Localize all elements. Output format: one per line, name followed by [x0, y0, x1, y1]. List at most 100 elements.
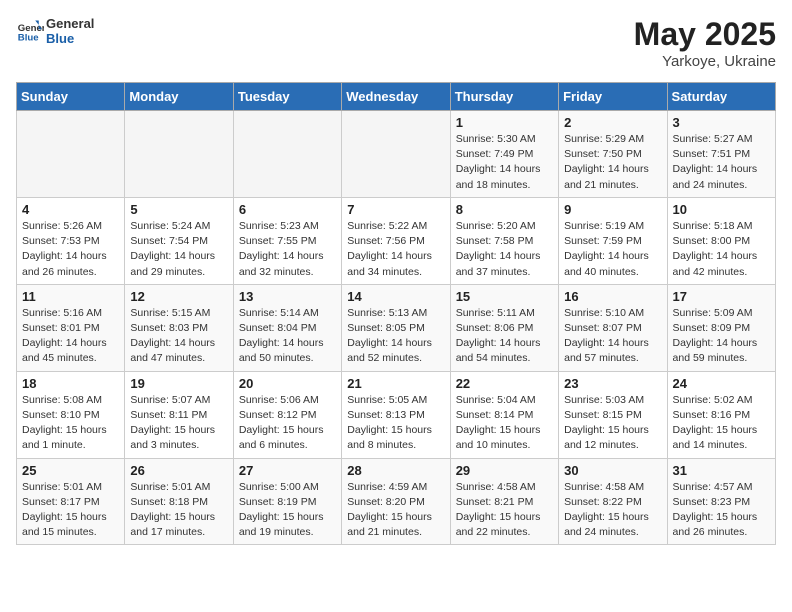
day-number: 3	[673, 115, 770, 130]
calendar-cell: 4Sunrise: 5:26 AMSunset: 7:53 PMDaylight…	[17, 197, 125, 284]
day-info: Sunrise: 5:16 AMSunset: 8:01 PMDaylight:…	[22, 307, 107, 365]
calendar-cell	[125, 111, 233, 198]
day-number: 17	[673, 289, 770, 304]
day-info: Sunrise: 5:22 AMSunset: 7:56 PMDaylight:…	[347, 220, 432, 278]
day-info: Sunrise: 5:14 AMSunset: 8:04 PMDaylight:…	[239, 307, 324, 365]
calendar-cell: 12 Sunrise: 5:15 AMSunset: 8:03 PMDayligh…	[125, 284, 233, 371]
day-number: 6	[239, 202, 336, 217]
day-info: Sunrise: 4:58 AMSunset: 8:22 PMDaylight:…	[564, 481, 649, 539]
day-info: Sunrise: 5:30 AMSunset: 7:49 PMDaylight:…	[456, 133, 541, 191]
day-number: 26	[130, 463, 227, 478]
calendar-cell: 29Sunrise: 4:58 AMSunset: 8:21 PMDayligh…	[450, 458, 558, 545]
calendar-cell	[342, 111, 450, 198]
day-header-wednesday: Wednesday	[342, 83, 450, 111]
day-number: 11	[22, 289, 119, 304]
day-header-monday: Monday	[125, 83, 233, 111]
day-number: 29	[456, 463, 553, 478]
day-info: Sunrise: 5:10 AMSunset: 8:07 PMDaylight:…	[564, 307, 649, 365]
page-header: General Blue General Blue May 2025 Yarko…	[16, 16, 776, 70]
calendar-cell: 31Sunrise: 4:57 AMSunset: 8:23 PMDayligh…	[667, 458, 775, 545]
day-header-friday: Friday	[559, 83, 667, 111]
day-number: 22	[456, 376, 553, 391]
week-row-3: 11 Sunrise: 5:16 AMSunset: 8:01 PMDayligh…	[17, 284, 776, 371]
day-info: Sunrise: 5:07 AMSunset: 8:11 PMDaylight:…	[130, 394, 215, 452]
day-number: 23	[564, 376, 661, 391]
day-header-thursday: Thursday	[450, 83, 558, 111]
calendar-cell: 15 Sunrise: 5:11 AMSunset: 8:06 PMDayligh…	[450, 284, 558, 371]
logo: General Blue General Blue	[16, 16, 94, 46]
day-info: Sunrise: 5:08 AMSunset: 8:10 PMDaylight:…	[22, 394, 107, 452]
day-info: Sunrise: 5:15 AMSunset: 8:03 PMDaylight:…	[130, 307, 215, 365]
day-header-tuesday: Tuesday	[233, 83, 341, 111]
calendar-cell: 18 Sunrise: 5:08 AMSunset: 8:10 PMDayligh…	[17, 371, 125, 458]
day-number: 18	[22, 376, 119, 391]
day-number: 31	[673, 463, 770, 478]
week-row-4: 18 Sunrise: 5:08 AMSunset: 8:10 PMDayligh…	[17, 371, 776, 458]
calendar-cell	[17, 111, 125, 198]
calendar-cell: 25 Sunrise: 5:01 AMSunset: 8:17 PMDayligh…	[17, 458, 125, 545]
calendar-table: SundayMondayTuesdayWednesdayThursdayFrid…	[16, 82, 776, 545]
day-header-saturday: Saturday	[667, 83, 775, 111]
calendar-cell: 7Sunrise: 5:22 AMSunset: 7:56 PMDaylight…	[342, 197, 450, 284]
calendar-cell: 1Sunrise: 5:30 AMSunset: 7:49 PMDaylight…	[450, 111, 558, 198]
calendar-cell	[233, 111, 341, 198]
calendar-cell: 14Sunrise: 5:13 AMSunset: 8:05 PMDayligh…	[342, 284, 450, 371]
day-info: Sunrise: 5:19 AMSunset: 7:59 PMDaylight:…	[564, 220, 649, 278]
day-header-sunday: Sunday	[17, 83, 125, 111]
calendar-cell: 19Sunrise: 5:07 AMSunset: 8:11 PMDayligh…	[125, 371, 233, 458]
day-number: 15	[456, 289, 553, 304]
title-block: May 2025 Yarkoye, Ukraine	[634, 16, 776, 70]
week-row-1: 1Sunrise: 5:30 AMSunset: 7:49 PMDaylight…	[17, 111, 776, 198]
day-info: Sunrise: 5:06 AMSunset: 8:12 PMDaylight:…	[239, 394, 324, 452]
calendar-cell: 20 Sunrise: 5:06 AMSunset: 8:12 PMDayligh…	[233, 371, 341, 458]
day-info: Sunrise: 5:00 AMSunset: 8:19 PMDaylight:…	[239, 481, 324, 539]
day-info: Sunrise: 5:23 AMSunset: 7:55 PMDaylight:…	[239, 220, 324, 278]
calendar-cell: 8 Sunrise: 5:20 AMSunset: 7:58 PMDaylight…	[450, 197, 558, 284]
calendar-cell: 23Sunrise: 5:03 AMSunset: 8:15 PMDayligh…	[559, 371, 667, 458]
logo-general-text: General	[46, 16, 94, 31]
day-info: Sunrise: 5:11 AMSunset: 8:06 PMDaylight:…	[456, 307, 541, 365]
day-number: 20	[239, 376, 336, 391]
svg-text:Blue: Blue	[18, 33, 39, 44]
day-number: 2	[564, 115, 661, 130]
day-info: Sunrise: 5:09 AMSunset: 8:09 PMDaylight:…	[673, 307, 758, 365]
day-info: Sunrise: 5:27 AMSunset: 7:51 PMDaylight:…	[673, 133, 758, 191]
calendar-cell: 24Sunrise: 5:02 AMSunset: 8:16 PMDayligh…	[667, 371, 775, 458]
location-subtitle: Yarkoye, Ukraine	[634, 53, 776, 70]
day-number: 8	[456, 202, 553, 217]
calendar-cell: 13 Sunrise: 5:14 AMSunset: 8:04 PMDayligh…	[233, 284, 341, 371]
calendar-cell: 10Sunrise: 5:18 AMSunset: 8:00 PMDayligh…	[667, 197, 775, 284]
day-info: Sunrise: 5:04 AMSunset: 8:14 PMDaylight:…	[456, 394, 541, 452]
day-number: 30	[564, 463, 661, 478]
day-number: 21	[347, 376, 444, 391]
calendar-cell: 3 Sunrise: 5:27 AMSunset: 7:51 PMDaylight…	[667, 111, 775, 198]
day-info: Sunrise: 5:18 AMSunset: 8:00 PMDaylight:…	[673, 220, 758, 278]
day-info: Sunrise: 5:01 AMSunset: 8:17 PMDaylight:…	[22, 481, 107, 539]
day-info: Sunrise: 5:05 AMSunset: 8:13 PMDaylight:…	[347, 394, 432, 452]
day-header-row: SundayMondayTuesdayWednesdayThursdayFrid…	[17, 83, 776, 111]
calendar-cell: 5Sunrise: 5:24 AMSunset: 7:54 PMDaylight…	[125, 197, 233, 284]
calendar-cell: 27Sunrise: 5:00 AMSunset: 8:19 PMDayligh…	[233, 458, 341, 545]
day-number: 12	[130, 289, 227, 304]
calendar-cell: 26Sunrise: 5:01 AMSunset: 8:18 PMDayligh…	[125, 458, 233, 545]
logo-blue-text: Blue	[46, 31, 94, 46]
day-number: 5	[130, 202, 227, 217]
day-number: 25	[22, 463, 119, 478]
month-year-title: May 2025	[634, 16, 776, 53]
day-number: 16	[564, 289, 661, 304]
calendar-cell: 17 Sunrise: 5:09 AMSunset: 8:09 PMDayligh…	[667, 284, 775, 371]
logo-icon: General Blue	[16, 17, 44, 45]
week-row-2: 4Sunrise: 5:26 AMSunset: 7:53 PMDaylight…	[17, 197, 776, 284]
day-number: 28	[347, 463, 444, 478]
calendar-cell: 22 Sunrise: 5:04 AMSunset: 8:14 PMDayligh…	[450, 371, 558, 458]
day-number: 4	[22, 202, 119, 217]
calendar-cell: 28 Sunrise: 4:59 AMSunset: 8:20 PMDayligh…	[342, 458, 450, 545]
day-number: 9	[564, 202, 661, 217]
day-info: Sunrise: 4:59 AMSunset: 8:20 PMDaylight:…	[347, 481, 432, 539]
calendar-cell: 21 Sunrise: 5:05 AMSunset: 8:13 PMDayligh…	[342, 371, 450, 458]
calendar-cell: 11 Sunrise: 5:16 AMSunset: 8:01 PMDayligh…	[17, 284, 125, 371]
calendar-cell: 9 Sunrise: 5:19 AMSunset: 7:59 PMDaylight…	[559, 197, 667, 284]
day-info: Sunrise: 5:20 AMSunset: 7:58 PMDaylight:…	[456, 220, 541, 278]
calendar-cell: 30 Sunrise: 4:58 AMSunset: 8:22 PMDayligh…	[559, 458, 667, 545]
day-number: 13	[239, 289, 336, 304]
